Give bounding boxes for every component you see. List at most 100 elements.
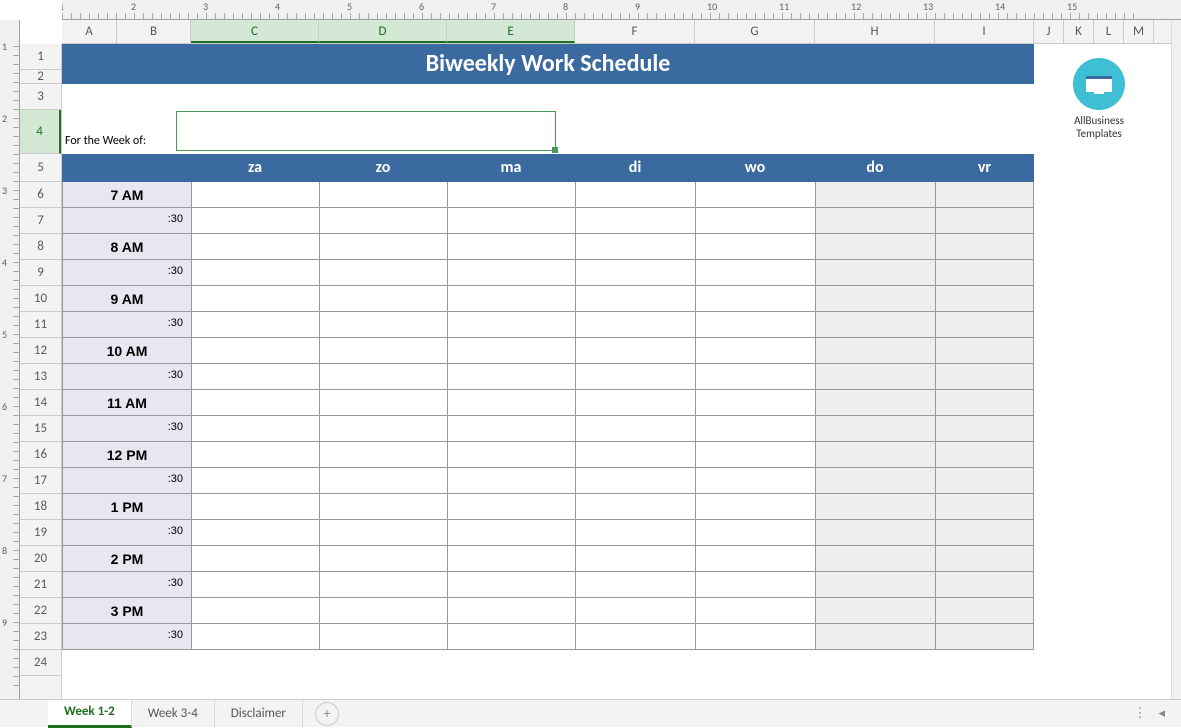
schedule-cell[interactable] — [575, 260, 695, 286]
schedule-cell[interactable] — [575, 182, 695, 208]
ruler-vertical[interactable]: 123456789 — [0, 20, 20, 699]
schedule-cell[interactable] — [815, 494, 935, 520]
schedule-cell[interactable] — [191, 364, 319, 390]
schedule-cell[interactable] — [447, 442, 575, 468]
schedule-cell[interactable] — [191, 494, 319, 520]
schedule-cell[interactable] — [319, 494, 447, 520]
schedule-cell[interactable] — [815, 520, 935, 546]
schedule-cell[interactable] — [575, 208, 695, 234]
sheet-tab[interactable]: Disclaimer — [215, 700, 303, 728]
schedule-cell[interactable] — [575, 364, 695, 390]
schedule-cell[interactable] — [447, 468, 575, 494]
schedule-cell[interactable] — [319, 572, 447, 598]
schedule-cell[interactable] — [815, 312, 935, 338]
row-header-24[interactable]: 24 — [20, 650, 61, 676]
row-header-9[interactable]: 9 — [20, 260, 61, 286]
schedule-cell[interactable] — [575, 572, 695, 598]
schedule-cell[interactable] — [695, 234, 815, 260]
schedule-cell[interactable] — [319, 390, 447, 416]
schedule-table[interactable]: 7 AM:308 AM:309 AM:3010 AM:3011 AM:3012 … — [62, 182, 1034, 650]
row-header-5[interactable]: 5 — [20, 154, 61, 182]
schedule-cell[interactable] — [319, 598, 447, 624]
row-header-15[interactable]: 15 — [20, 416, 61, 442]
schedule-cell[interactable] — [695, 520, 815, 546]
row-header-column[interactable]: 123456789101112131415161718192021222324 — [20, 44, 62, 699]
schedule-cell[interactable] — [319, 338, 447, 364]
schedule-cell[interactable] — [575, 234, 695, 260]
schedule-cell[interactable] — [191, 468, 319, 494]
column-header-K[interactable]: K — [1064, 20, 1094, 43]
schedule-cell[interactable] — [695, 182, 815, 208]
row-header-11[interactable]: 11 — [20, 312, 61, 338]
row-header-20[interactable]: 20 — [20, 546, 61, 572]
row-header-6[interactable]: 6 — [20, 182, 61, 208]
schedule-cell[interactable] — [815, 468, 935, 494]
schedule-cell[interactable] — [447, 208, 575, 234]
schedule-cell[interactable] — [935, 442, 1034, 468]
schedule-cell[interactable] — [935, 624, 1034, 650]
column-header-F[interactable]: F — [575, 20, 695, 43]
row-header-17[interactable]: 17 — [20, 468, 61, 494]
schedule-cell[interactable] — [319, 416, 447, 442]
schedule-cell[interactable] — [447, 624, 575, 650]
schedule-cell[interactable] — [695, 572, 815, 598]
schedule-cell[interactable] — [319, 624, 447, 650]
schedule-cell[interactable] — [695, 208, 815, 234]
schedule-cell[interactable] — [815, 442, 935, 468]
row-header-16[interactable]: 16 — [20, 442, 61, 468]
row-header-12[interactable]: 12 — [20, 338, 61, 364]
schedule-cell[interactable] — [575, 598, 695, 624]
schedule-cell[interactable] — [575, 468, 695, 494]
schedule-cell[interactable] — [935, 520, 1034, 546]
schedule-cell[interactable] — [695, 546, 815, 572]
schedule-cell[interactable] — [935, 468, 1034, 494]
schedule-cell[interactable] — [935, 494, 1034, 520]
schedule-cell[interactable] — [815, 416, 935, 442]
row-header-22[interactable]: 22 — [20, 598, 61, 624]
schedule-cell[interactable] — [575, 286, 695, 312]
schedule-cell[interactable] — [695, 442, 815, 468]
column-header-H[interactable]: H — [815, 20, 935, 43]
schedule-cell[interactable] — [191, 208, 319, 234]
schedule-cell[interactable] — [815, 572, 935, 598]
schedule-cell[interactable] — [319, 364, 447, 390]
schedule-cell[interactable] — [935, 234, 1034, 260]
column-header-C[interactable]: C — [191, 20, 319, 43]
schedule-cell[interactable] — [815, 390, 935, 416]
schedule-cell[interactable] — [575, 520, 695, 546]
column-header-G[interactable]: G — [695, 20, 815, 43]
schedule-cell[interactable] — [695, 494, 815, 520]
schedule-cell[interactable] — [191, 312, 319, 338]
schedule-cell[interactable] — [695, 416, 815, 442]
column-header-I[interactable]: I — [935, 20, 1034, 43]
schedule-cell[interactable] — [447, 572, 575, 598]
schedule-cell[interactable] — [575, 390, 695, 416]
schedule-cell[interactable] — [191, 390, 319, 416]
schedule-cell[interactable] — [695, 598, 815, 624]
row-header-13[interactable]: 13 — [20, 364, 61, 390]
add-sheet-button[interactable]: + — [315, 702, 339, 726]
schedule-cell[interactable] — [447, 364, 575, 390]
schedule-cell[interactable] — [447, 390, 575, 416]
schedule-cell[interactable] — [575, 546, 695, 572]
schedule-cell[interactable] — [935, 364, 1034, 390]
schedule-cell[interactable] — [935, 390, 1034, 416]
column-header-M[interactable]: M — [1124, 20, 1154, 43]
schedule-cell[interactable] — [447, 286, 575, 312]
column-header-E[interactable]: E — [447, 20, 575, 43]
schedule-cell[interactable] — [319, 468, 447, 494]
schedule-cell[interactable] — [575, 494, 695, 520]
ruler-horizontal[interactable]: 123456789101112131415 — [62, 0, 1181, 20]
schedule-cell[interactable] — [815, 182, 935, 208]
schedule-cell[interactable] — [935, 572, 1034, 598]
vertical-scrollbar[interactable] — [1171, 20, 1181, 699]
row-header-7[interactable]: 7 — [20, 208, 61, 234]
schedule-cell[interactable] — [935, 416, 1034, 442]
schedule-cell[interactable] — [191, 182, 319, 208]
schedule-cell[interactable] — [191, 572, 319, 598]
row-header-14[interactable]: 14 — [20, 390, 61, 416]
column-header-A[interactable]: A — [62, 20, 117, 43]
sheet-tab[interactable]: Week 3-4 — [132, 700, 215, 728]
schedule-cell[interactable] — [191, 442, 319, 468]
schedule-cell[interactable] — [695, 624, 815, 650]
